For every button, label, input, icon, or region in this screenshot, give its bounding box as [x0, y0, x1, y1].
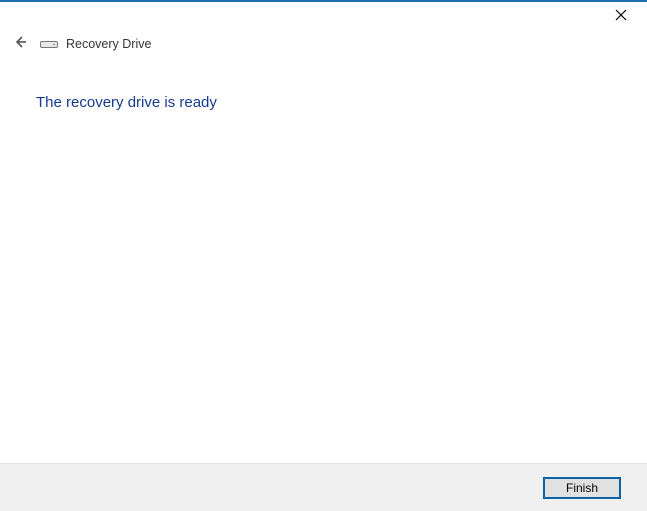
page-heading: The recovery drive is ready — [36, 94, 611, 111]
content-area: The recovery drive is ready — [0, 56, 647, 111]
wizard-header: Recovery Drive — [0, 32, 647, 56]
close-icon — [615, 8, 627, 26]
finish-button[interactable]: Finish — [543, 477, 621, 499]
drive-icon — [40, 37, 58, 51]
close-button[interactable] — [609, 5, 633, 29]
back-button[interactable] — [10, 34, 30, 54]
window-title: Recovery Drive — [66, 37, 151, 51]
back-arrow-icon — [12, 34, 28, 55]
footer: Finish — [0, 463, 647, 511]
titlebar — [0, 2, 647, 32]
